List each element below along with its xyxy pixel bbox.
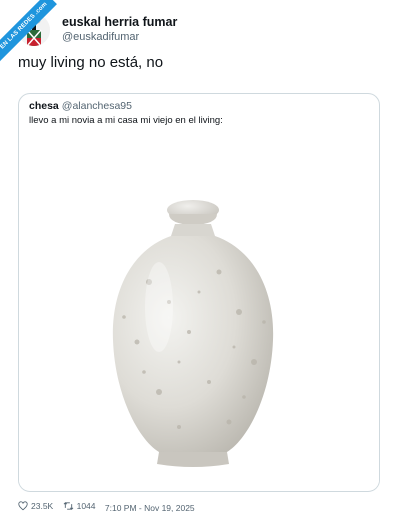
retweet-icon (63, 502, 73, 510)
handle[interactable]: @euskadifumar (62, 30, 177, 44)
quoted-handle[interactable]: @alanchesa95 (62, 100, 132, 112)
tweet-header: euskal herria fumar @euskadifumar (18, 12, 388, 48)
heart-icon (18, 501, 28, 511)
quoted-tweet[interactable]: chesa @alanchesa95 llevo a mi novia a mi … (18, 93, 380, 492)
tweet-text: muy living no está, no (18, 54, 164, 71)
quoted-tweet-text: llevo a mi novia a mi casa mi viejo en e… (29, 115, 223, 126)
funeral-urn-image (112, 200, 274, 467)
retweets-stat[interactable]: 1044 (63, 498, 96, 514)
author-names: euskal herria fumar @euskadifumar (62, 15, 177, 44)
retweets-count: 1044 (76, 501, 96, 511)
tweet-footer: 23.5K 1044 7:10 PM - Nov 19, 2025 (18, 498, 195, 514)
display-name[interactable]: euskal herria fumar (62, 15, 177, 30)
quoted-tweet-image[interactable] (19, 132, 379, 490)
likes-count: 23.5K (31, 501, 54, 511)
quoted-author[interactable]: chesa (29, 100, 59, 112)
timestamp[interactable]: 7:10 PM - Nov 19, 2025 (105, 503, 195, 513)
quoted-tweet-header: chesa @alanchesa95 (29, 100, 132, 112)
likes-stat[interactable]: 23.5K (18, 498, 53, 514)
